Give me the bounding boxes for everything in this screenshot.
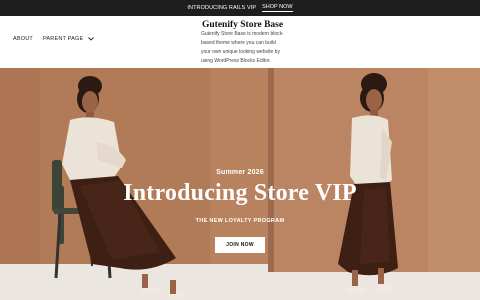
- site-header: ABOUT PARENT PAGE Gutenify Store Base Gu…: [0, 16, 480, 68]
- hero-eyebrow: Summer 2026: [216, 169, 264, 176]
- site-description: Gutenify Store Base is modern block-base…: [201, 31, 284, 64]
- main-navigation: ABOUT PARENT PAGE: [13, 36, 104, 42]
- chevron-down-icon: [88, 36, 94, 41]
- hero-section: Summer 2026 Introducing Store VIP THE NE…: [0, 68, 480, 300]
- nav-item-parent-page-label: PARENT PAGE: [42, 36, 84, 42]
- announcement-text: INTRODUCING RAILS VIP: [187, 5, 257, 11]
- shop-now-link[interactable]: SHOP NOW: [262, 4, 293, 12]
- site-title[interactable]: Gutenify Store Base: [202, 20, 283, 30]
- nav-item-about[interactable]: ABOUT: [13, 36, 33, 42]
- hero-subheading: THE NEW LOYALTY PROGRAM: [195, 218, 285, 224]
- nav-item-parent-page[interactable]: PARENT PAGE: [43, 36, 94, 42]
- join-now-button[interactable]: JOIN NOW: [215, 237, 265, 253]
- hero-title: Introducing Store VIP: [123, 180, 357, 206]
- announcement-bar: INTRODUCING RAILS VIP SHOP NOW: [0, 0, 480, 16]
